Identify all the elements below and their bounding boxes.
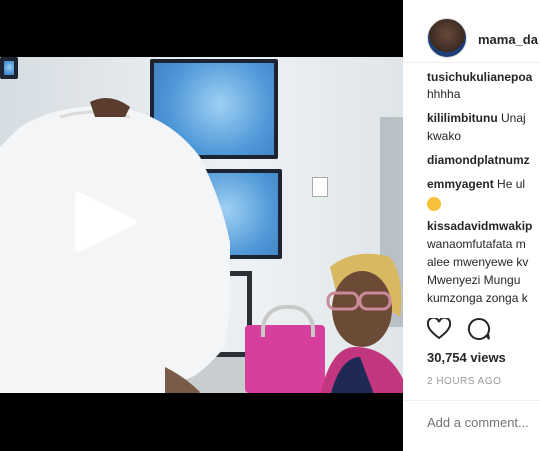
post-header: mama_da bbox=[403, 0, 540, 63]
post-media[interactable] bbox=[0, 0, 403, 451]
comment-username[interactable]: emmyagent bbox=[427, 177, 494, 191]
comment-text: kumzonga zonga k bbox=[427, 291, 528, 305]
comment-username[interactable]: kililimbitunu bbox=[427, 111, 498, 125]
grinning-face-icon bbox=[427, 195, 441, 212]
comment: kililimbitunu Unaj bbox=[427, 110, 526, 127]
comment-text: kwako bbox=[427, 129, 462, 143]
woman-figure bbox=[320, 253, 403, 393]
comment-username[interactable]: diamondplatnumz bbox=[427, 152, 530, 169]
video-frame[interactable] bbox=[0, 57, 403, 393]
add-comment-bar bbox=[403, 400, 540, 451]
comment-text: wanaomfutafata m bbox=[427, 237, 526, 251]
wall-switch bbox=[312, 177, 328, 197]
username[interactable]: mama_da bbox=[478, 32, 538, 47]
comment-text: He ul bbox=[497, 177, 526, 191]
comment-icon[interactable] bbox=[467, 317, 491, 341]
view-count: 30,754 views bbox=[427, 350, 506, 365]
comment-text: Unaj bbox=[501, 111, 526, 125]
heart-icon[interactable] bbox=[427, 318, 451, 340]
comment-username[interactable]: tusichukulianepoa bbox=[427, 69, 532, 86]
comment-text: hhhha bbox=[427, 87, 461, 101]
comment: emmyagent He ul bbox=[427, 176, 525, 193]
timestamp[interactable]: 2 HOURS AGO bbox=[427, 376, 501, 387]
avatar[interactable] bbox=[427, 18, 467, 58]
comment-username[interactable]: kissadavidmwakip bbox=[427, 218, 532, 235]
comment-text: alee mwenyewe kv bbox=[427, 255, 529, 269]
play-icon[interactable] bbox=[72, 189, 138, 255]
comment-input[interactable] bbox=[427, 415, 540, 430]
post-sidebar: mama_da tusichukulianepoa hhhha kililimb… bbox=[403, 0, 540, 451]
comment-text: Mwenyezi Mungu bbox=[427, 273, 521, 287]
